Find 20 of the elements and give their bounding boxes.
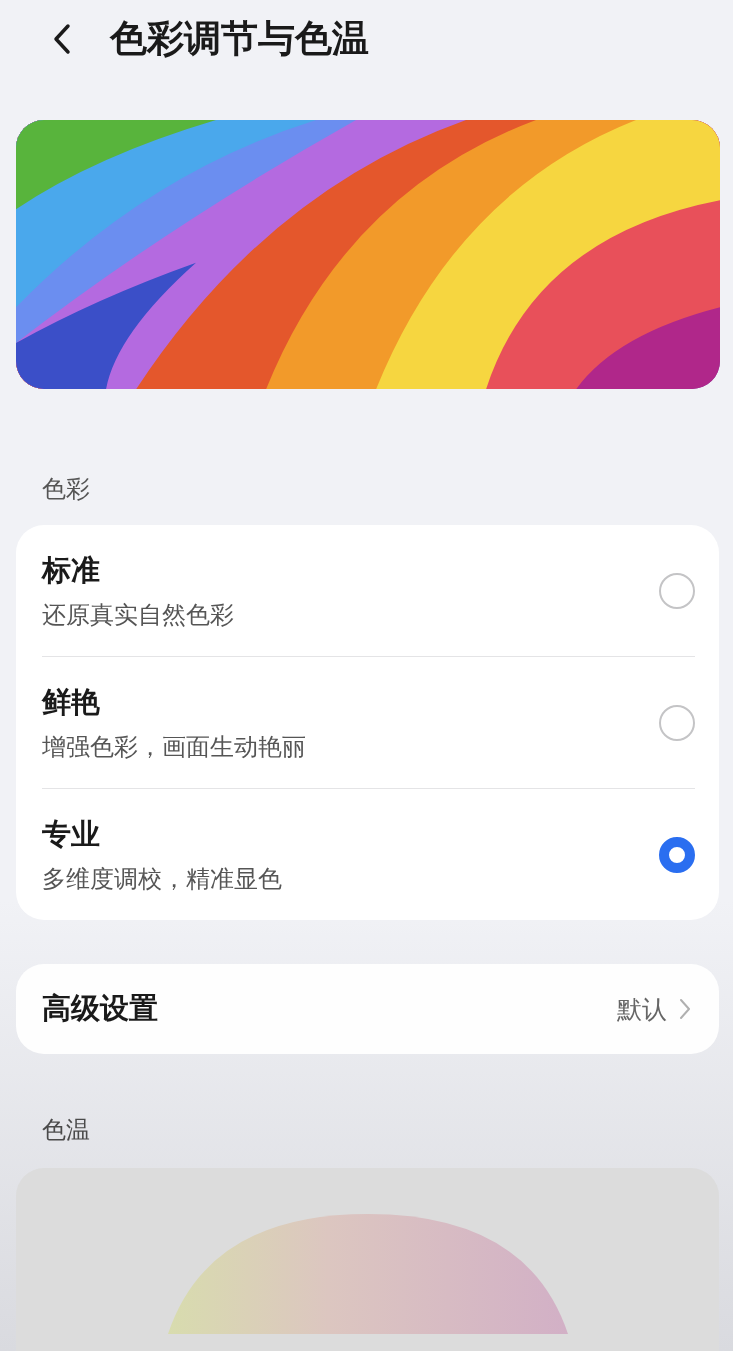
option-description: 还原真实自然色彩 — [42, 599, 234, 631]
setting-label: 高级设置 — [42, 990, 158, 1027]
option-description: 增强色彩，画面生动艳丽 — [42, 731, 306, 763]
chevron-right-icon — [679, 998, 691, 1020]
radio-button[interactable] — [659, 572, 695, 609]
section-label: 色彩 — [42, 474, 91, 506]
option-row[interactable]: 鲜艳 增强色彩，画面生动艳丽 — [16, 657, 719, 789]
option-description: 多维度调校，精准显色 — [42, 863, 282, 895]
section-label: 色温 — [42, 1114, 91, 1146]
setting-value: 默认 — [617, 993, 667, 1026]
advanced-settings-row[interactable]: 高级设置 默认 — [16, 964, 719, 1054]
page-title: 色彩调节与色温 — [110, 16, 369, 62]
option-row[interactable]: 专业 多维度调校，精准显色 — [16, 789, 719, 921]
radio-button[interactable] — [659, 836, 695, 873]
radio-button[interactable] — [659, 704, 695, 741]
back-icon[interactable] — [52, 23, 72, 55]
option-title: 标准 — [42, 551, 101, 589]
option-title: 专业 — [42, 815, 101, 853]
option-title: 鲜艳 — [42, 683, 101, 721]
option-row[interactable]: 标准 还原真实自然色彩 — [16, 525, 719, 657]
